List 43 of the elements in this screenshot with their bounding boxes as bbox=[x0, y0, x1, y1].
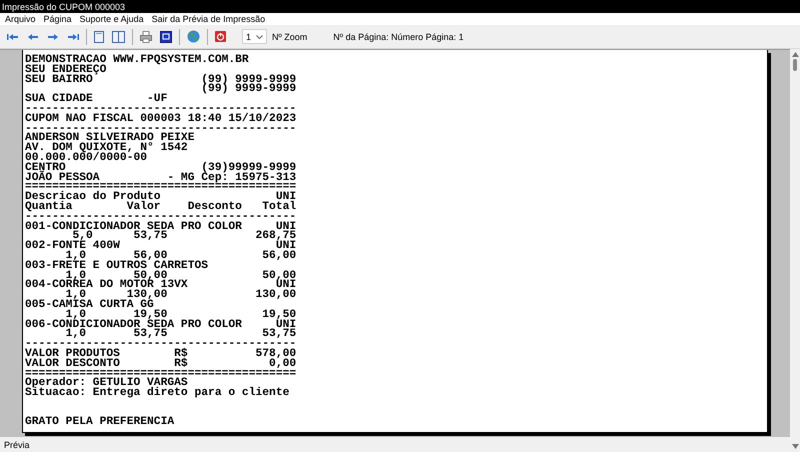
zoom-dropdown[interactable]: 1 bbox=[242, 29, 267, 44]
receipt-line: SEU ENDEREÇO bbox=[25, 66, 106, 76]
menu-item[interactable]: Suporte e Ajuda bbox=[76, 14, 148, 24]
menu-item[interactable]: Sair da Prévia de Impressão bbox=[148, 14, 270, 24]
receipt-line: 005-CAMISA CURTA GG bbox=[25, 300, 154, 311]
receipt-line: SUA CIDADE -UF bbox=[25, 95, 168, 105]
left-arrow-icon bbox=[27, 32, 39, 40]
scroll-up-icon bbox=[792, 52, 798, 57]
two-pages-icon bbox=[112, 30, 125, 42]
receipt-line: Quantia Valor Desconto Total bbox=[25, 202, 296, 213]
menu-item[interactable]: Página bbox=[40, 14, 76, 24]
receipt-line: AV. DOM QUIXOTE, N° 1542 bbox=[25, 144, 188, 154]
globe-icon bbox=[187, 30, 200, 43]
scrollbar-thumb[interactable] bbox=[793, 59, 797, 71]
vertical-scrollbar[interactable] bbox=[790, 49, 800, 452]
receipt-line: VALOR DESCONTO R$ 0,00 bbox=[25, 360, 296, 370]
page-number-label: Nº da Página: Número Página: 1 bbox=[333, 32, 464, 42]
status-text: Prévia bbox=[4, 440, 30, 450]
left-arrow-icon bbox=[7, 32, 19, 40]
page-icon bbox=[94, 30, 104, 42]
receipt-line: 1,0 19,50 19,50 bbox=[66, 310, 296, 321]
receipt-line: GRATO PELA PREFERENCIA bbox=[25, 418, 174, 428]
scroll-down-icon bbox=[792, 444, 798, 449]
receipt-line: Situacao: Entrega direto para o cliente bbox=[25, 389, 290, 399]
receipt-line: DEMONSTRACAO WWW.FPQSYSTEM.COM.BR bbox=[25, 56, 249, 66]
receipt-line: CUPOM NAO FISCAL 000003 18:40 15/10/2023 bbox=[25, 114, 296, 125]
receipt-line: 00.000.000/0000-00 bbox=[25, 154, 148, 164]
framed-square-icon bbox=[160, 30, 172, 42]
receipt-line: 1,0 56,00 56,00 bbox=[66, 252, 296, 262]
receipt-line: (99) 9999-9999 bbox=[200, 85, 296, 96]
receipt-line: 002-FONTE 400W UNI bbox=[25, 242, 296, 252]
window-title: Impressão do CUPOM 000003 bbox=[2, 2, 126, 12]
receipt-line: 003-FRETE E OUTROS CARRETOS bbox=[25, 262, 208, 272]
right-arrow-icon bbox=[67, 32, 79, 40]
power-icon bbox=[215, 31, 226, 42]
receipt-line: 1,0 53,75 53,75 bbox=[64, 330, 296, 340]
receipt-line: ---------------------------------------- bbox=[25, 212, 296, 223]
chevron-down-icon bbox=[256, 34, 263, 38]
receipt-line: 1,0 130,00 130,00 bbox=[66, 291, 296, 301]
printer-icon bbox=[140, 30, 152, 42]
menu-item[interactable]: Arquivo bbox=[1, 14, 40, 24]
zoom-label: Nº Zoom bbox=[272, 32, 308, 42]
right-arrow-icon bbox=[47, 32, 59, 40]
